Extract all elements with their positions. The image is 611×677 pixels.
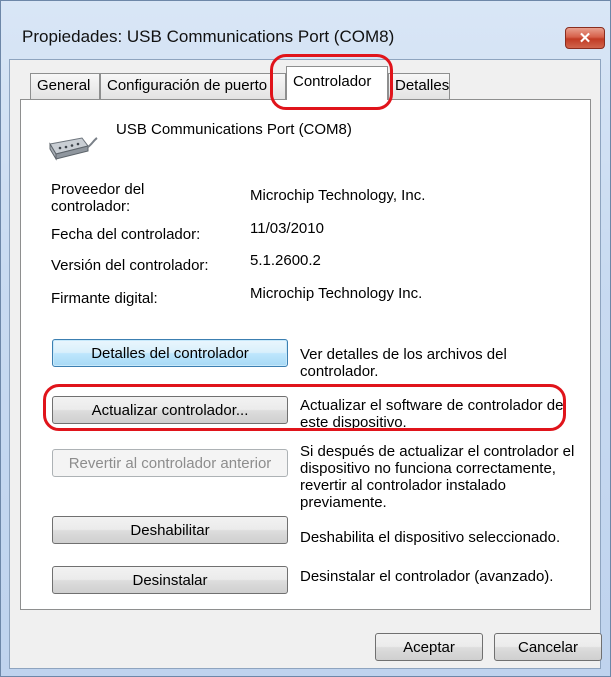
update-driver-button[interactable]: Actualizar controlador... (52, 396, 288, 424)
version-label: Versión del controlador: (51, 257, 209, 274)
tab-port-settings[interactable]: Configuración de puerto (100, 73, 286, 99)
provider-label: Proveedor del controlador: (51, 181, 145, 215)
signer-label: Firmante digital: (51, 290, 158, 307)
disable-device-button[interactable]: Deshabilitar (52, 516, 288, 544)
uninstall-driver-button[interactable]: Desinstalar (52, 566, 288, 594)
driver-details-button[interactable]: Detalles del controlador (52, 339, 288, 367)
date-value: 11/03/2010 (250, 220, 324, 237)
uninstall-driver-description: Desinstalar el controlador (avanzado). (300, 568, 554, 585)
rollback-driver-description: Si después de actualizar el controlador … (300, 443, 575, 511)
signer-value: Microchip Technology Inc. (250, 285, 423, 302)
tab-general[interactable]: General (30, 73, 100, 99)
close-icon: ✕ (578, 30, 592, 47)
close-button[interactable]: ✕ (565, 27, 605, 49)
disable-device-description: Deshabilita el dispositivo seleccionado. (300, 529, 561, 546)
device-name: USB Communications Port (COM8) (116, 121, 352, 138)
driver-details-description: Ver detalles de los archivos del control… (300, 346, 507, 380)
rollback-driver-button: Revertir al controlador anterior (52, 449, 288, 477)
window-title: Propiedades: USB Communications Port (CO… (22, 27, 395, 46)
version-value: 5.1.2600.2 (250, 252, 321, 269)
ok-button[interactable]: Aceptar (375, 633, 483, 661)
cancel-button[interactable]: Cancelar (494, 633, 602, 661)
update-driver-description: Actualizar el software de controlador de… (300, 397, 564, 428)
tab-details[interactable]: Detalles (388, 73, 450, 99)
tab-driver[interactable]: Controlador (286, 66, 388, 100)
provider-value: Microchip Technology, Inc. (250, 187, 426, 204)
date-label: Fecha del controlador: (51, 226, 201, 243)
serial-port-icon (49, 137, 98, 161)
